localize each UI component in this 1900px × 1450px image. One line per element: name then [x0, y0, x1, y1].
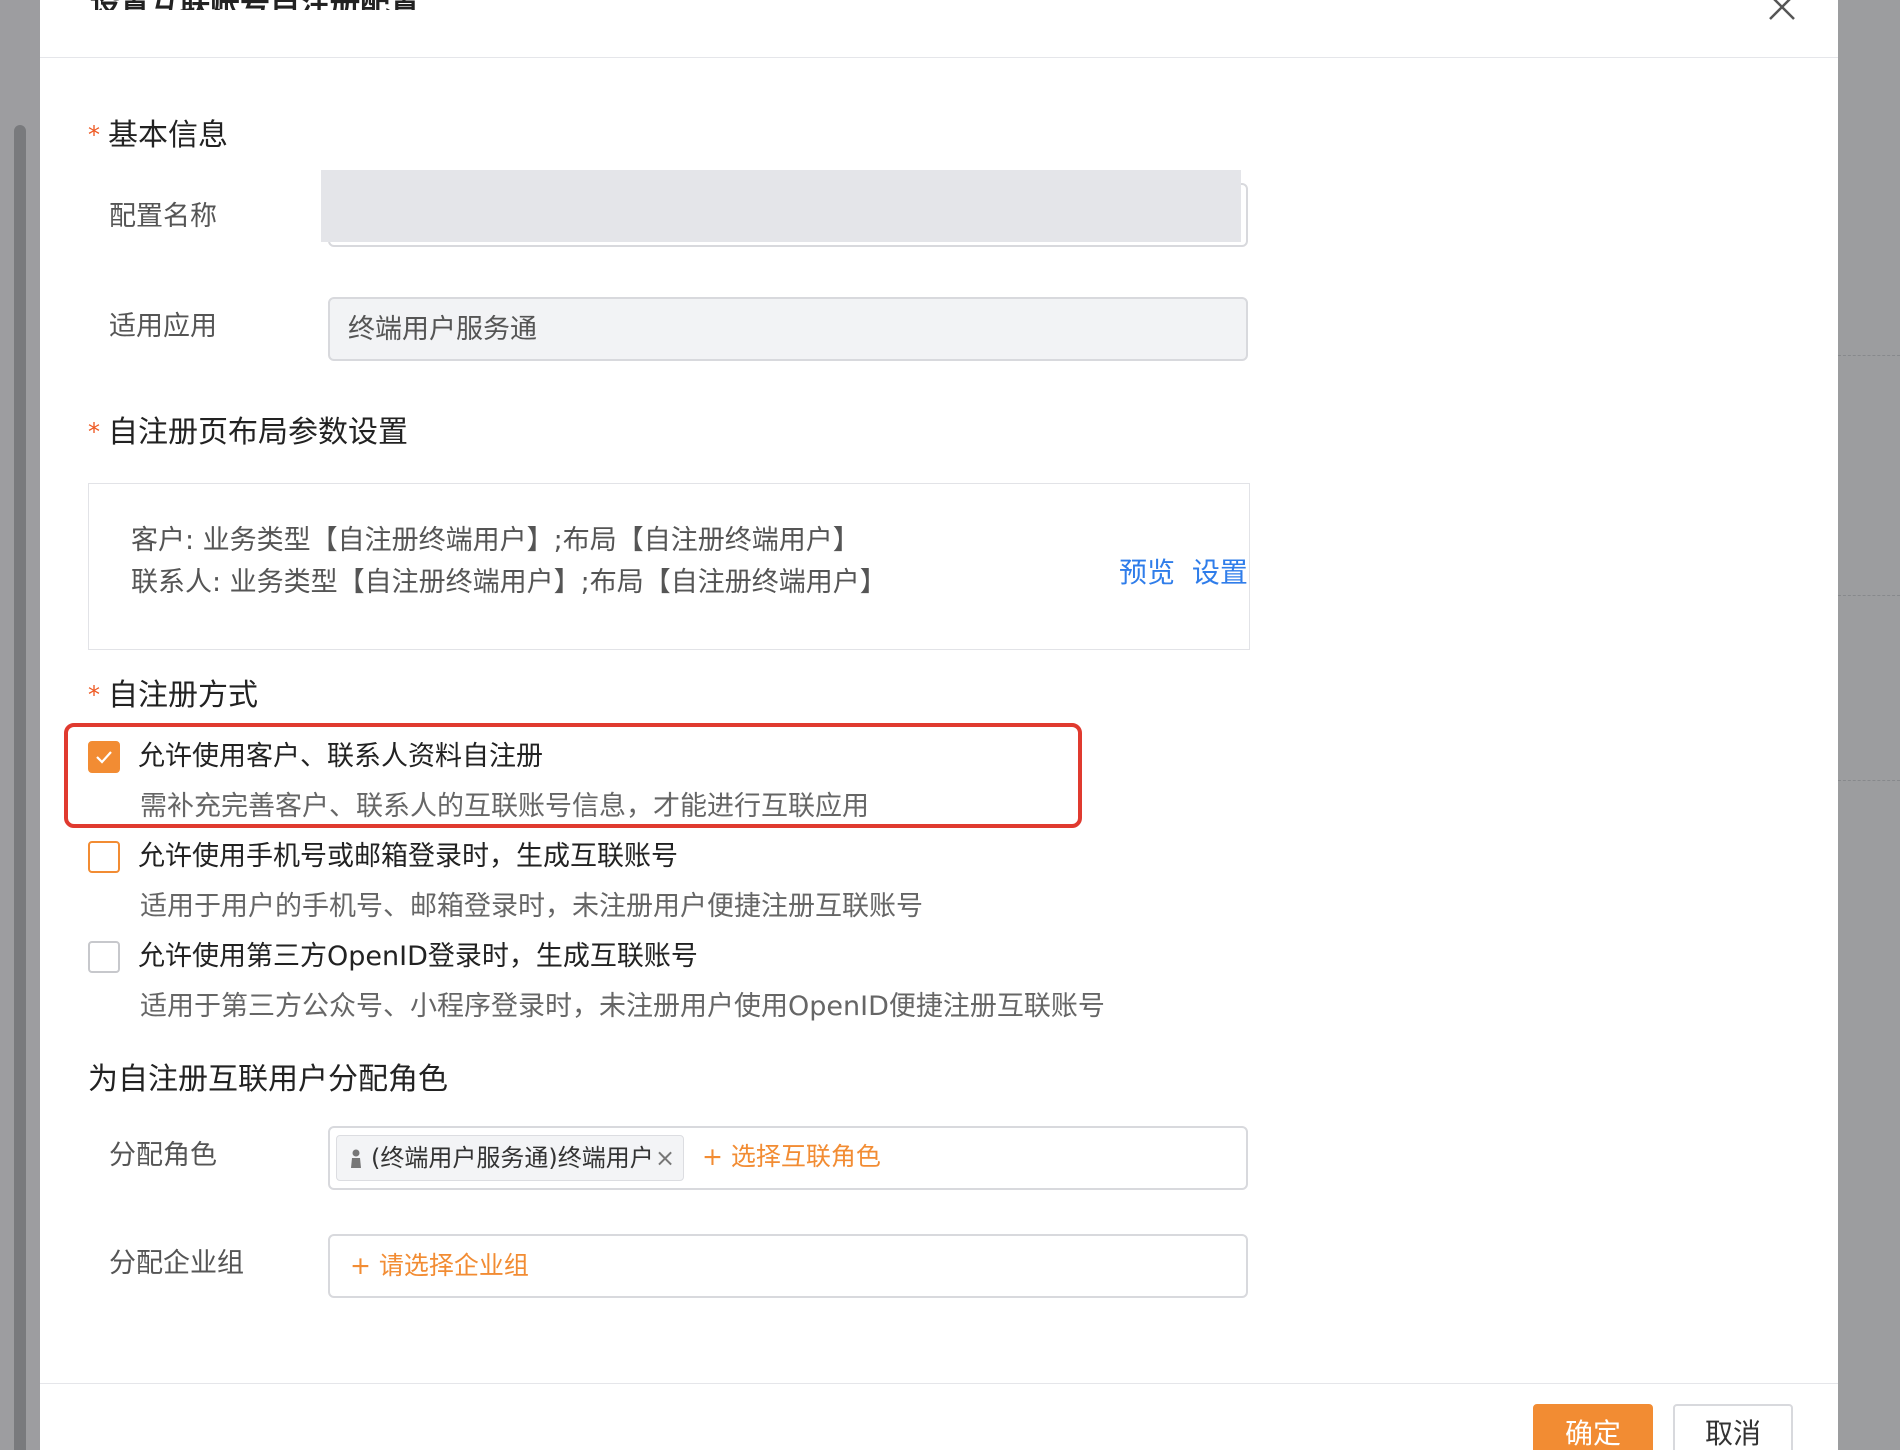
assign-group-input[interactable]: + 请选择企业组	[328, 1234, 1248, 1298]
section-layout-settings: * 自注册页布局参数设置	[88, 415, 408, 452]
required-asterisk: *	[88, 121, 100, 149]
redacted-area	[321, 170, 1241, 242]
assign-group-label: 分配企业组	[109, 1248, 244, 1279]
option-2-checkbox[interactable]	[88, 841, 120, 873]
register-config-dialog: 设置互联账号自注册配置 * 基本信息 配置名称 适用应用 终端用户服务通 * 自注册…	[40, 0, 1838, 1450]
layout-contact-line: 联系人: 业务类型【自注册终端用户】;布局【自注册终端用户】	[131, 567, 887, 598]
role-tag: (终端用户服务通)终端用户 ×	[336, 1135, 684, 1181]
section-basic-info-label: 基本信息	[108, 118, 228, 153]
app-input: 终端用户服务通	[328, 297, 1248, 361]
option-1-desc: 需补充完善客户、联系人的互联账号信息，才能进行互联应用	[140, 791, 869, 822]
section-layout-settings-label: 自注册页布局参数设置	[108, 415, 408, 450]
ok-button[interactable]: 确定	[1533, 1404, 1653, 1450]
section-roles: 为自注册互联用户分配角色	[88, 1062, 448, 1097]
option-1-checkbox[interactable]	[88, 741, 120, 773]
role-tag-label: (终端用户服务通)终端用户	[371, 1144, 654, 1172]
app-value: 终端用户服务通	[348, 314, 537, 345]
option-3-label[interactable]: 允许使用第三方OpenID登录时，生成互联账号	[138, 940, 698, 974]
check-icon	[96, 751, 112, 764]
required-asterisk: *	[88, 681, 100, 709]
option-2-label[interactable]: 允许使用手机号或邮箱登录时，生成互联账号	[138, 840, 678, 874]
required-asterisk: *	[88, 418, 100, 446]
layout-links: 预览 设置	[1119, 556, 1248, 590]
option-3-checkbox[interactable]	[88, 941, 120, 973]
option-2-desc: 适用于用户的手机号、邮箱登录时，未注册用户便捷注册互联账号	[140, 891, 923, 922]
user-icon	[351, 1149, 361, 1168]
tag-close-icon[interactable]: ×	[655, 1143, 675, 1173]
layout-settings-box: 客户: 业务类型【自注册终端用户】;布局【自注册终端用户】 联系人: 业务类型【…	[88, 483, 1250, 650]
config-name-label: 配置名称	[109, 201, 217, 232]
settings-link[interactable]: 设置	[1192, 556, 1248, 589]
option-3-desc: 适用于第三方公众号、小程序登录时，未注册用户使用OpenID便捷注册互联账号	[140, 991, 1105, 1022]
preview-link[interactable]: 预览	[1119, 556, 1175, 589]
dialog-header: 设置互联账号自注册配置	[40, 0, 1838, 58]
option-1-label[interactable]: 允许使用客户、联系人资料自注册	[138, 740, 543, 774]
section-registration-methods: * 自注册方式	[88, 678, 258, 715]
dialog-title: 设置互联账号自注册配置	[90, 0, 420, 10]
section-basic-info: * 基本信息	[88, 118, 228, 155]
assign-role-label: 分配角色	[109, 1140, 217, 1171]
layout-customer-line: 客户: 业务类型【自注册终端用户】;布局【自注册终端用户】	[131, 525, 860, 556]
cancel-button[interactable]: 取消	[1673, 1404, 1793, 1450]
select-group-link[interactable]: + 请选择企业组	[350, 1249, 529, 1283]
app-label: 适用应用	[109, 311, 217, 342]
close-icon[interactable]	[1765, 0, 1799, 24]
section-registration-methods-label: 自注册方式	[108, 678, 258, 713]
dialog-footer: 确定 取消	[40, 1383, 1838, 1450]
select-role-link[interactable]: + 选择互联角色	[702, 1140, 881, 1174]
assign-role-input[interactable]: (终端用户服务通)终端用户 × + 选择互联角色	[328, 1126, 1248, 1190]
